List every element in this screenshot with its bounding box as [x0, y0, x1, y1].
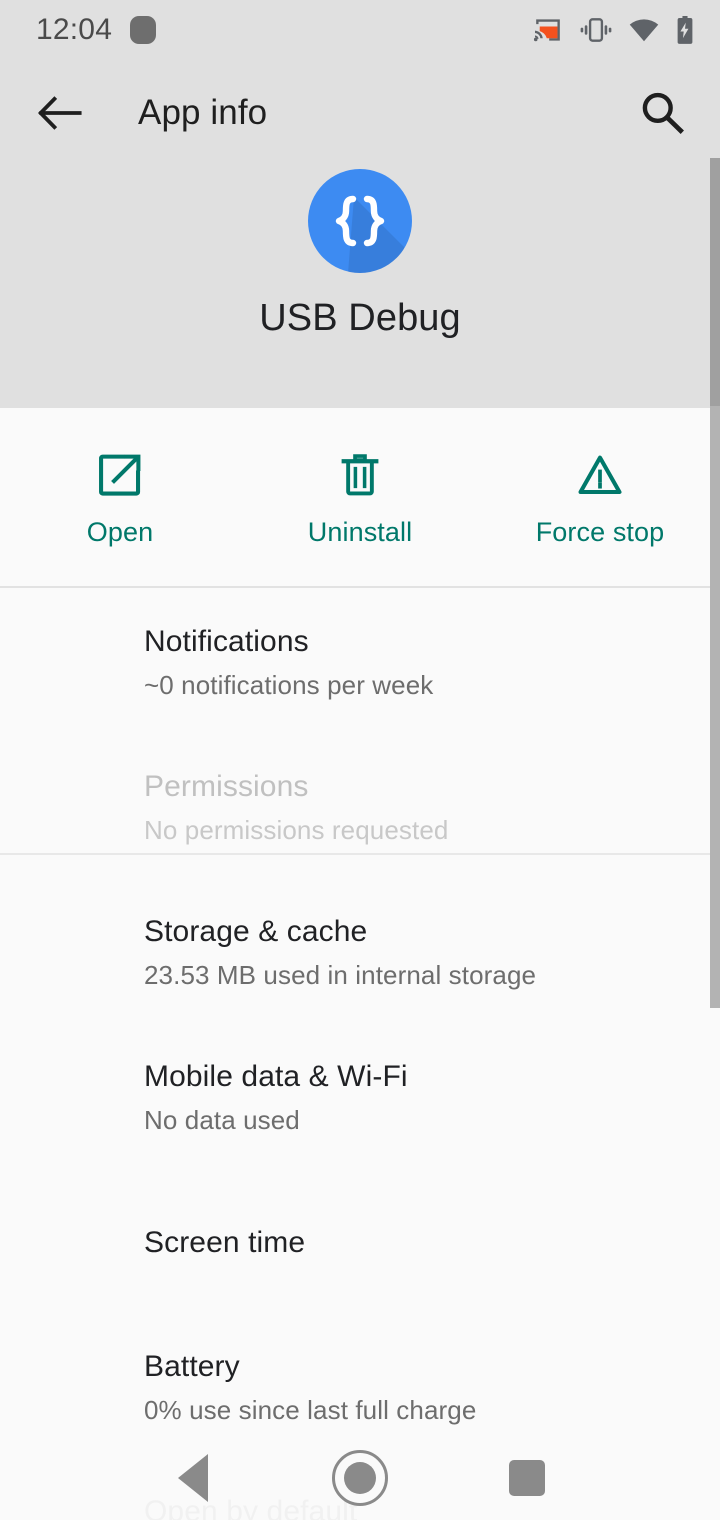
nav-recents-button[interactable]: [487, 1438, 567, 1518]
recents-square-icon: [508, 1460, 545, 1496]
battery-charging-icon: [677, 16, 693, 44]
list-item-title: Storage & cache: [144, 914, 368, 948]
search-icon[interactable]: [634, 85, 690, 141]
nav-back-button[interactable]: [153, 1438, 233, 1518]
list-item-title: Permissions: [144, 769, 309, 803]
nav-home-button[interactable]: [320, 1438, 400, 1518]
uninstall-button-label: Uninstall: [307, 517, 413, 547]
system-navigation-bar: [0, 1436, 720, 1520]
scrollbar-thumb-upper[interactable]: [710, 158, 720, 406]
back-triangle-icon: [178, 1454, 209, 1502]
toolbar: App info: [0, 60, 720, 165]
list-item-title: Notifications: [144, 624, 309, 658]
list-item-notifications[interactable]: Notifications ~0 notifications per week: [0, 590, 720, 735]
list-item-title: Battery: [144, 1349, 240, 1383]
status-bar-right: [533, 16, 694, 44]
notification-dot-icon: [130, 16, 157, 44]
trash-icon: [337, 452, 383, 501]
scrollbar-thumb[interactable]: [710, 406, 720, 1008]
app-identity: USB Debug: [0, 165, 720, 340]
force-stop-button[interactable]: Force stop: [480, 408, 720, 586]
scrollbar[interactable]: [710, 158, 720, 1008]
list-item-title: Screen time: [144, 1225, 306, 1259]
list-item-storage-cache[interactable]: Storage & cache 23.53 MB used in interna…: [0, 880, 720, 1025]
list-item-subtitle: 0% use since last full charge: [144, 1395, 477, 1426]
list-item-mobile-data-wifi[interactable]: Mobile data & Wi-Fi No data used: [0, 1025, 720, 1170]
page-title: App info: [138, 92, 268, 132]
warning-triangle-icon: [577, 452, 623, 501]
app-actions-row: Open Uninstall Force stop: [0, 408, 720, 588]
list-item-subtitle: No permissions requested: [144, 815, 449, 846]
list-item-subtitle: No data used: [144, 1105, 300, 1136]
status-bar-clock: 12:04: [36, 13, 113, 46]
back-arrow-icon[interactable]: [32, 85, 88, 141]
list-item-permissions: Permissions No permissions requested: [0, 735, 720, 880]
status-bar: 12:04: [0, 0, 720, 60]
home-circle-icon: [331, 1450, 388, 1506]
list-item-subtitle: 23.53 MB used in internal storage: [144, 960, 537, 991]
vibrate-icon: [580, 18, 612, 42]
list-section-divider: [0, 853, 720, 855]
wifi-icon: [629, 19, 659, 42]
app-name: USB Debug: [259, 297, 461, 339]
list-item-title: Mobile data & Wi-Fi: [144, 1059, 408, 1093]
curly-braces-icon: [308, 169, 412, 273]
open-button-label: Open: [86, 517, 154, 547]
app-info-header: App info USB Debug: [0, 60, 720, 408]
list-item-subtitle: ~0 notifications per week: [144, 670, 434, 701]
list-item-screen-time[interactable]: Screen time: [0, 1170, 720, 1315]
app-settings-list: Notifications ~0 notifications per week …: [0, 590, 720, 1520]
force-stop-button-label: Force stop: [535, 517, 665, 547]
cast-icon: [533, 19, 560, 42]
open-external-icon: [97, 452, 143, 501]
uninstall-button[interactable]: Uninstall: [240, 408, 480, 586]
status-bar-left: 12:04: [36, 13, 157, 47]
open-button[interactable]: Open: [0, 408, 240, 586]
